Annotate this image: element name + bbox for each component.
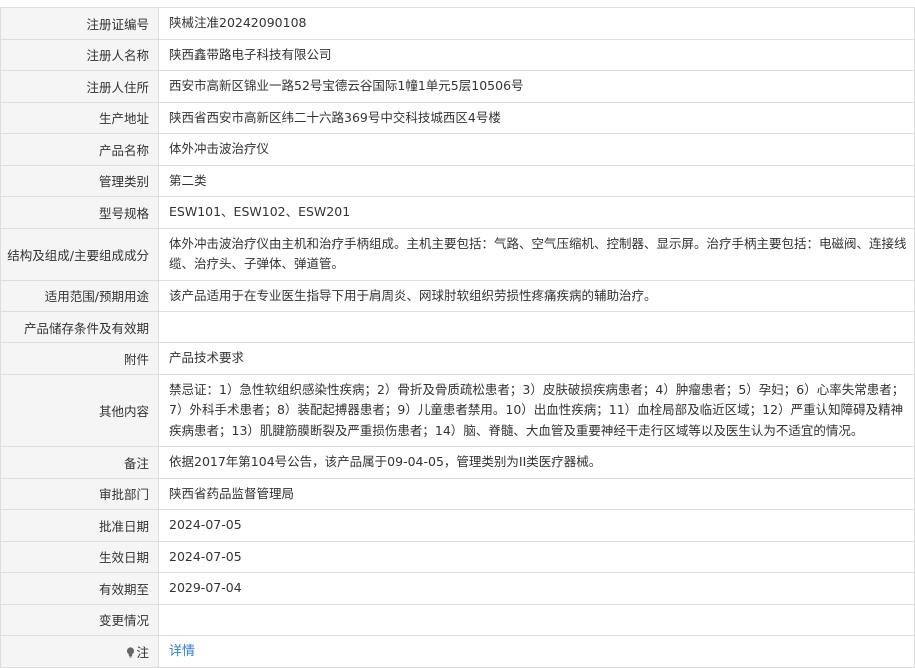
field-label: 注册人名称	[0, 38, 159, 71]
table-row: 结构及组成/主要组成成分 体外冲击波治疗仪由主机和治疗手柄组成。主机主要包括：气…	[0, 227, 915, 281]
table-row: 有效期至 2029-07-04	[0, 572, 915, 605]
other-content-value: 禁忌证：1）急性软组织感染性疾病；2）骨折及骨质疏松患者；3）皮肤破损疾病患者；…	[158, 373, 915, 447]
table-row: 适用范围/预期用途 该产品适用于在专业医生指导下用于肩周炎、网球肘软组织劳损性疼…	[0, 279, 915, 312]
registration-detail-panel: 注册证编号 陕械注准20242090108 注册人名称 陕西鑫带路电子科技有限公…	[0, 7, 915, 668]
field-label: 产品名称	[0, 133, 159, 166]
expiry-date-value: 2029-07-04	[158, 572, 915, 605]
attachment-value: 产品技术要求	[158, 342, 915, 375]
change-status-value	[158, 603, 915, 636]
table-row: 备注 依据2017年第104号公告，该产品属于09-04-05，管理类别为II类…	[0, 446, 915, 479]
field-label: 变更情况	[0, 603, 159, 636]
field-label: 其他内容	[0, 373, 159, 447]
table-row: 生效日期 2024-07-05	[0, 540, 915, 573]
registration-number-value: 陕械注准20242090108	[158, 7, 915, 40]
field-label: 审批部门	[0, 477, 159, 510]
registrant-address-value: 西安市高新区锦业一路52号宝德云谷国际1幢1单元5层10506号	[158, 70, 915, 103]
table-row: 变更情况	[0, 603, 915, 636]
registrant-name-value: 陕西鑫带路电子科技有限公司	[158, 38, 915, 71]
field-label: 备注	[0, 446, 159, 479]
effective-date-value: 2024-07-05	[158, 540, 915, 573]
field-label: 适用范围/预期用途	[0, 279, 159, 312]
production-address-value: 陕西省西安市高新区纬二十六路369号中交科技城西区4号楼	[158, 101, 915, 134]
structure-composition-value: 体外冲击波治疗仪由主机和治疗手柄组成。主机主要包括：气路、空气压缩机、控制器、显…	[158, 227, 915, 281]
table-row: 其他内容 禁忌证：1）急性软组织感染性疾病；2）骨折及骨质疏松患者；3）皮肤破损…	[0, 373, 915, 447]
table-row: 生产地址 陕西省西安市高新区纬二十六路369号中交科技城西区4号楼	[0, 101, 915, 134]
field-label: 有效期至	[0, 572, 159, 605]
field-label: 管理类别	[0, 164, 159, 197]
remarks-value: 依据2017年第104号公告，该产品属于09-04-05，管理类别为II类医疗器…	[158, 446, 915, 479]
table-row: 附件 产品技术要求	[0, 342, 915, 375]
field-label: 生产地址	[0, 101, 159, 134]
product-name-value: 体外冲击波治疗仪	[158, 133, 915, 166]
table-row: 注册人住所 西安市高新区锦业一路52号宝德云谷国际1幢1单元5层10506号	[0, 70, 915, 103]
note-label-text: 注	[136, 644, 149, 660]
approval-department-value: 陕西省药品监督管理局	[158, 477, 915, 510]
approval-date-value: 2024-07-05	[158, 509, 915, 542]
table-row: 批准日期 2024-07-05	[0, 509, 915, 542]
table-row: 产品名称 体外冲击波治疗仪	[0, 133, 915, 166]
field-label: 批准日期	[0, 509, 159, 542]
field-label: 型号规格	[0, 196, 159, 229]
field-label: 注册证编号	[0, 7, 159, 40]
intended-use-value: 该产品适用于在专业医生指导下用于肩周炎、网球肘软组织劳损性疼痛疾病的辅助治疗。	[158, 279, 915, 312]
field-label: 生效日期	[0, 540, 159, 573]
registration-table: 注册证编号 陕械注准20242090108 注册人名称 陕西鑫带路电子科技有限公…	[0, 7, 915, 668]
field-label: 注册人住所	[0, 70, 159, 103]
table-row: 型号规格 ESW101、ESW102、ESW201	[0, 196, 915, 229]
details-link[interactable]: 详情	[169, 644, 195, 659]
model-spec-value: ESW101、ESW102、ESW201	[158, 196, 915, 229]
lightbulb-icon	[126, 646, 135, 661]
table-row: 注册证编号 陕械注准20242090108	[0, 7, 915, 40]
storage-conditions-value	[158, 311, 915, 343]
table-row: 管理类别 第二类	[0, 164, 915, 197]
field-label: 附件	[0, 342, 159, 375]
table-row: 注册人名称 陕西鑫带路电子科技有限公司	[0, 38, 915, 71]
table-row: 产品储存条件及有效期	[0, 311, 915, 343]
field-label: 产品储存条件及有效期	[0, 311, 159, 343]
table-row: 审批部门 陕西省药品监督管理局	[0, 477, 915, 510]
field-label: 结构及组成/主要组成成分	[0, 227, 159, 281]
management-category-value: 第二类	[158, 164, 915, 197]
